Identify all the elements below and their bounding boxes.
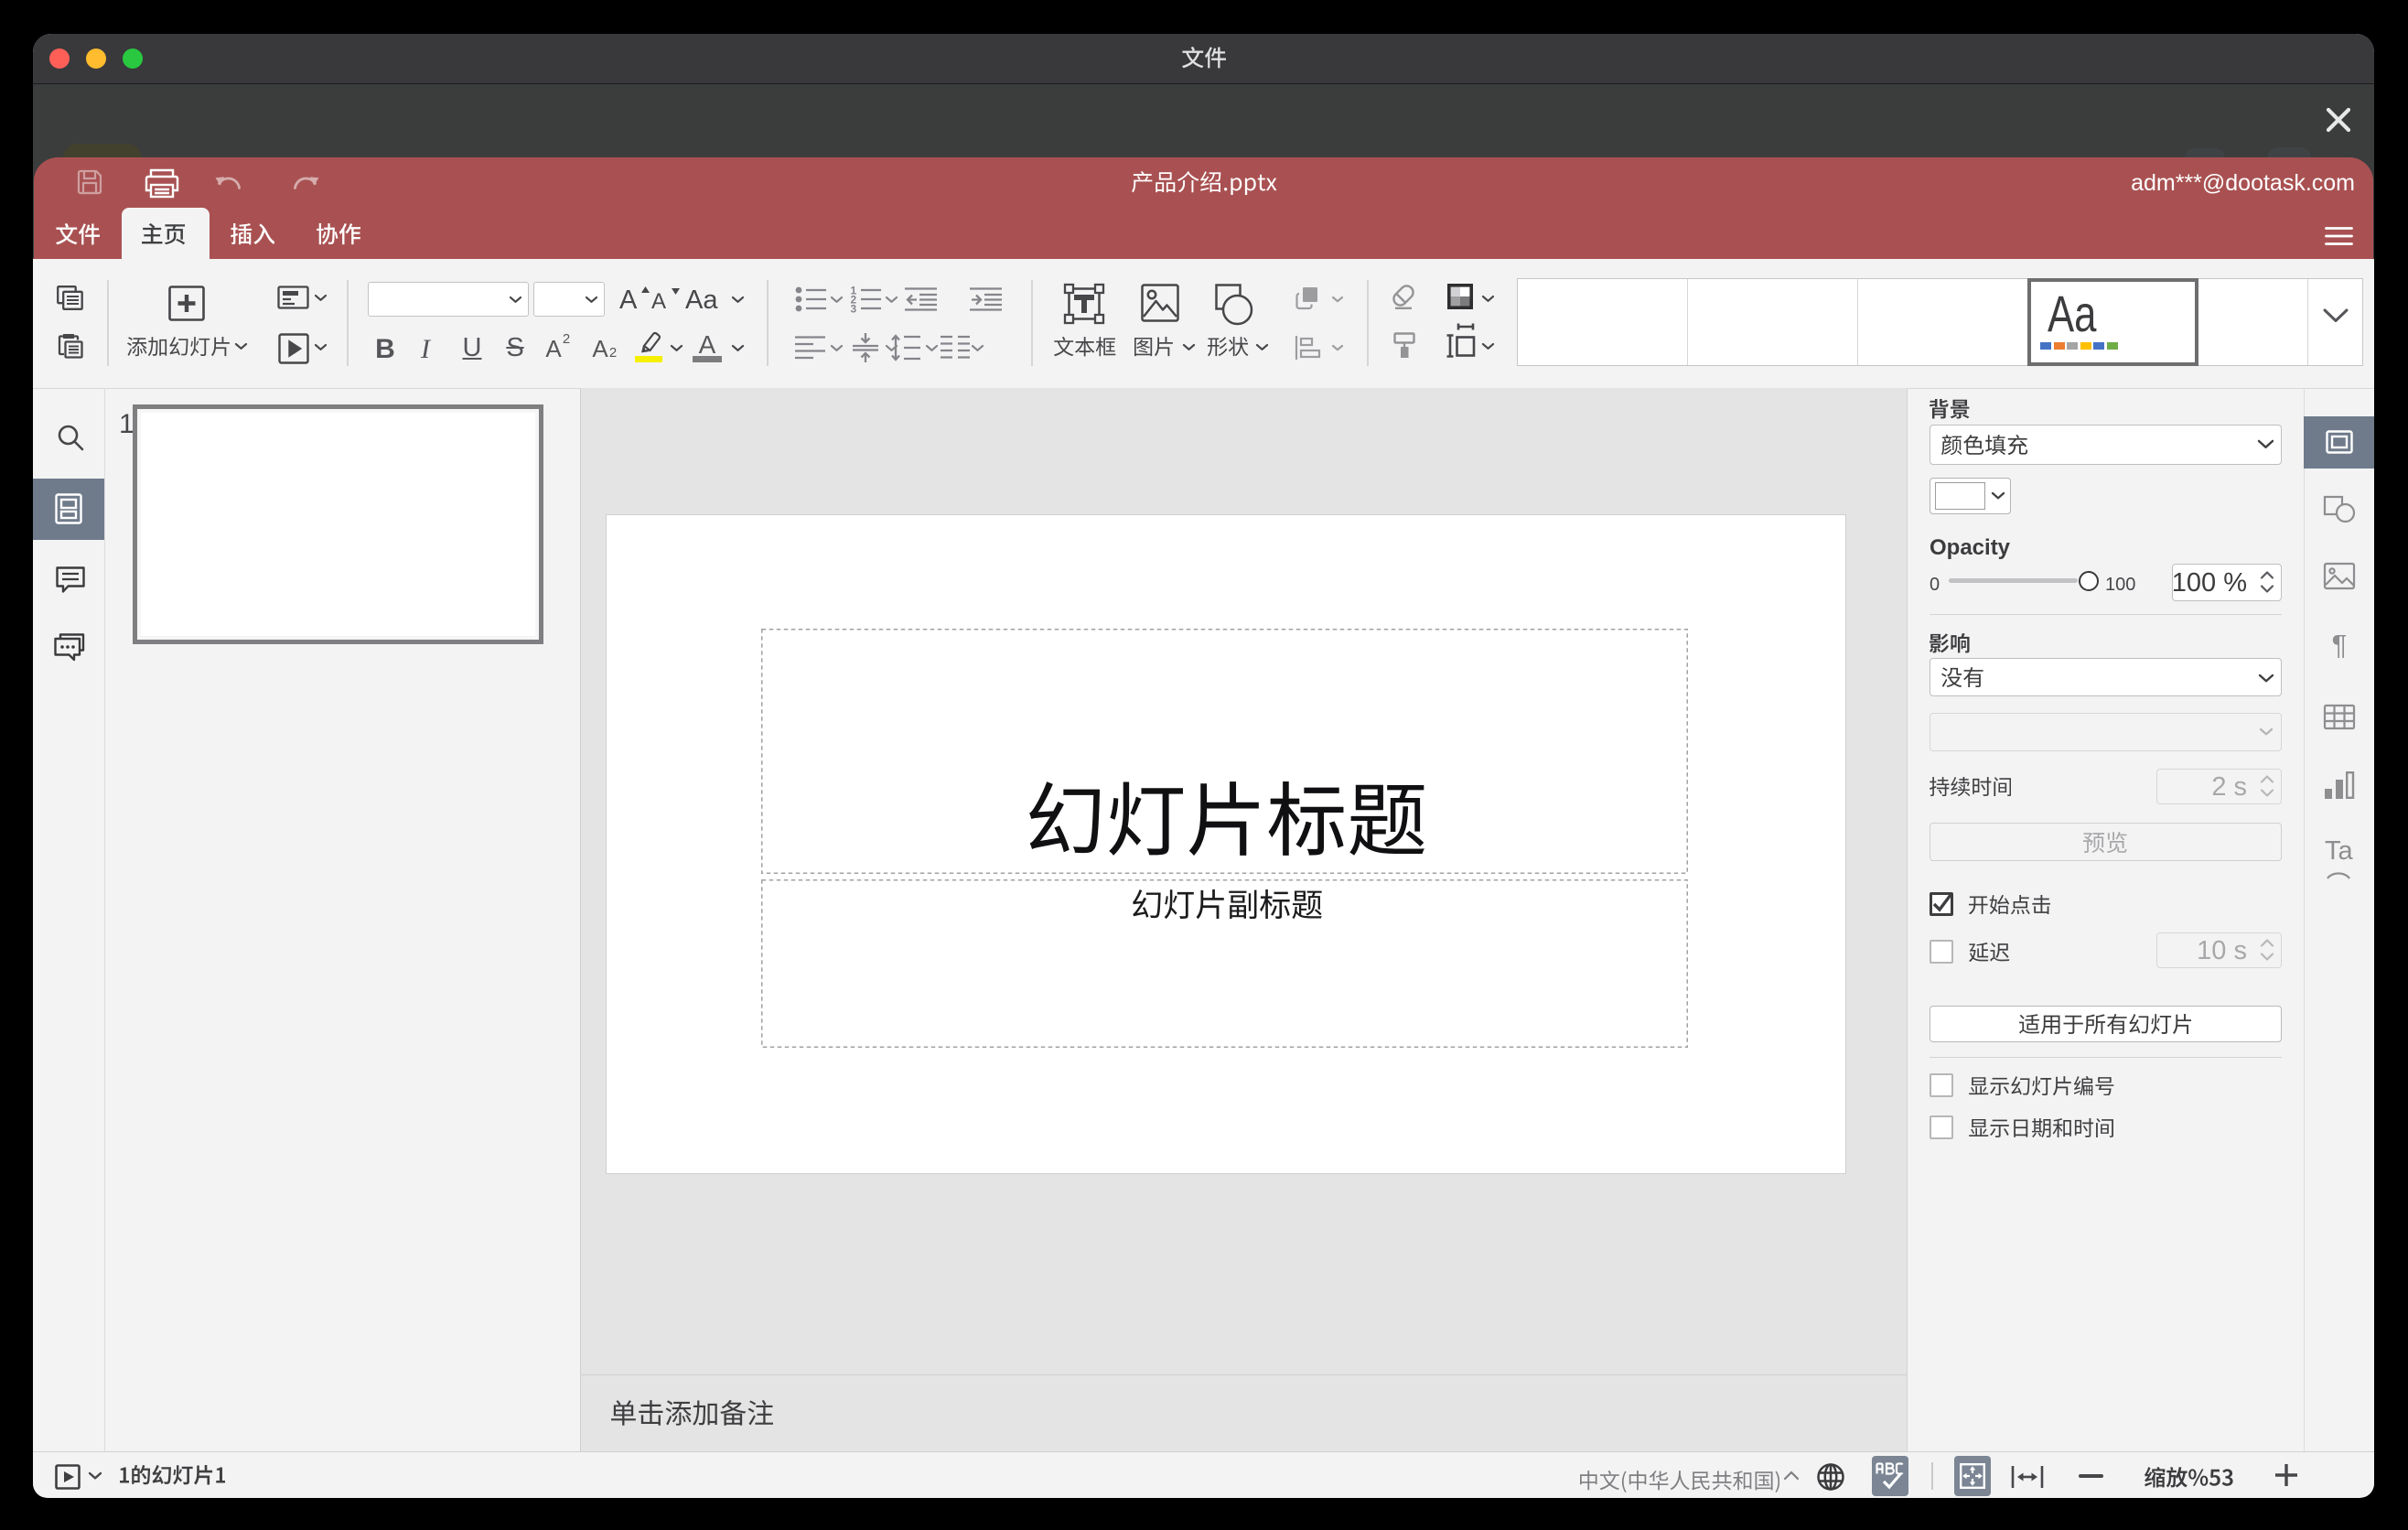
svg-text:3: 3 xyxy=(851,303,857,316)
